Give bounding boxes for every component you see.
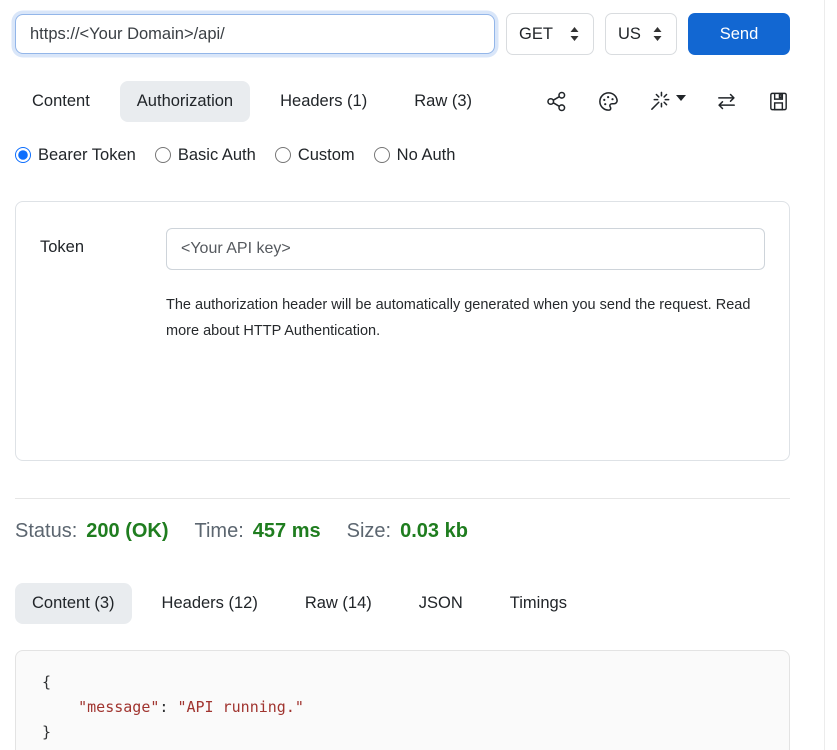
auth-option-bearer-token[interactable]: Bearer Token bbox=[15, 146, 136, 165]
tab-response-json[interactable]: JSON bbox=[402, 583, 480, 624]
request-tabs: Content Authorization Headers (1) Raw (3… bbox=[15, 79, 790, 123]
auth-option-label: No Auth bbox=[397, 146, 456, 165]
send-button[interactable]: Send bbox=[688, 13, 790, 55]
chevron-down-icon bbox=[676, 95, 686, 101]
json-key: "message" bbox=[78, 698, 159, 716]
tab-response-raw[interactable]: Raw (14) bbox=[288, 583, 389, 624]
token-panel: Token The authorization header will be a… bbox=[15, 201, 790, 461]
request-bar: GET US Send bbox=[15, 13, 790, 55]
tab-response-headers[interactable]: Headers (12) bbox=[145, 583, 275, 624]
share-icon[interactable] bbox=[545, 90, 568, 113]
response-tabs: Content (3) Headers (12) Raw (14) JSON T… bbox=[15, 581, 790, 626]
api-client-page: GET US Send Content Authorization Header… bbox=[0, 0, 837, 750]
no-auth-radio[interactable] bbox=[374, 147, 390, 163]
token-input[interactable] bbox=[166, 228, 765, 270]
section-divider bbox=[15, 498, 790, 499]
scrollbar-track-line bbox=[824, 0, 825, 750]
method-select[interactable]: GET bbox=[506, 13, 594, 55]
token-helper-text: The authorization header will be automat… bbox=[166, 292, 752, 344]
json-line-close: } bbox=[42, 720, 763, 745]
tab-content[interactable]: Content bbox=[15, 81, 107, 122]
auth-option-label: Basic Auth bbox=[178, 146, 256, 165]
tab-response-content[interactable]: Content (3) bbox=[15, 583, 132, 624]
tab-response-timings[interactable]: Timings bbox=[493, 583, 584, 624]
bearer-token-radio[interactable] bbox=[15, 147, 31, 163]
time-label: Time: bbox=[195, 520, 244, 543]
method-select-value: GET bbox=[519, 25, 553, 44]
json-line-message: "message": "API running." bbox=[42, 695, 763, 720]
token-label: Token bbox=[40, 228, 166, 460]
auth-option-custom[interactable]: Custom bbox=[275, 146, 355, 165]
url-input[interactable] bbox=[15, 14, 495, 54]
save-icon[interactable] bbox=[767, 90, 790, 113]
auth-type-options: Bearer Token Basic Auth Custom No Auth bbox=[15, 143, 790, 167]
swap-arrows-icon[interactable] bbox=[715, 90, 738, 113]
magic-wand-icon[interactable] bbox=[649, 90, 686, 113]
json-line-open: { bbox=[42, 670, 763, 695]
region-select-value: US bbox=[618, 25, 641, 44]
status-label: Status: bbox=[15, 520, 77, 543]
status-value: 200 (OK) bbox=[86, 520, 168, 543]
region-select[interactable]: US bbox=[605, 13, 677, 55]
updown-arrows-icon bbox=[651, 25, 664, 43]
tab-raw[interactable]: Raw (3) bbox=[397, 81, 489, 122]
custom-radio[interactable] bbox=[275, 147, 291, 163]
response-body: { "message": "API running." } bbox=[15, 650, 790, 750]
size-value: 0.03 kb bbox=[400, 520, 468, 543]
auth-option-basic-auth[interactable]: Basic Auth bbox=[155, 146, 256, 165]
size-label: Size: bbox=[347, 520, 391, 543]
tab-authorization[interactable]: Authorization bbox=[120, 81, 250, 122]
auth-option-no-auth[interactable]: No Auth bbox=[374, 146, 456, 165]
toolbar-icons bbox=[545, 90, 790, 113]
time-value: 457 ms bbox=[253, 520, 321, 543]
json-value: "API running." bbox=[177, 698, 303, 716]
auth-option-label: Custom bbox=[298, 146, 355, 165]
palette-icon[interactable] bbox=[597, 90, 620, 113]
updown-arrows-icon bbox=[568, 25, 581, 43]
auth-option-label: Bearer Token bbox=[38, 146, 136, 165]
response-status-row: Status: 200 (OK) Time: 457 ms Size: 0.03… bbox=[15, 520, 790, 546]
basic-auth-radio[interactable] bbox=[155, 147, 171, 163]
tab-headers[interactable]: Headers (1) bbox=[263, 81, 384, 122]
